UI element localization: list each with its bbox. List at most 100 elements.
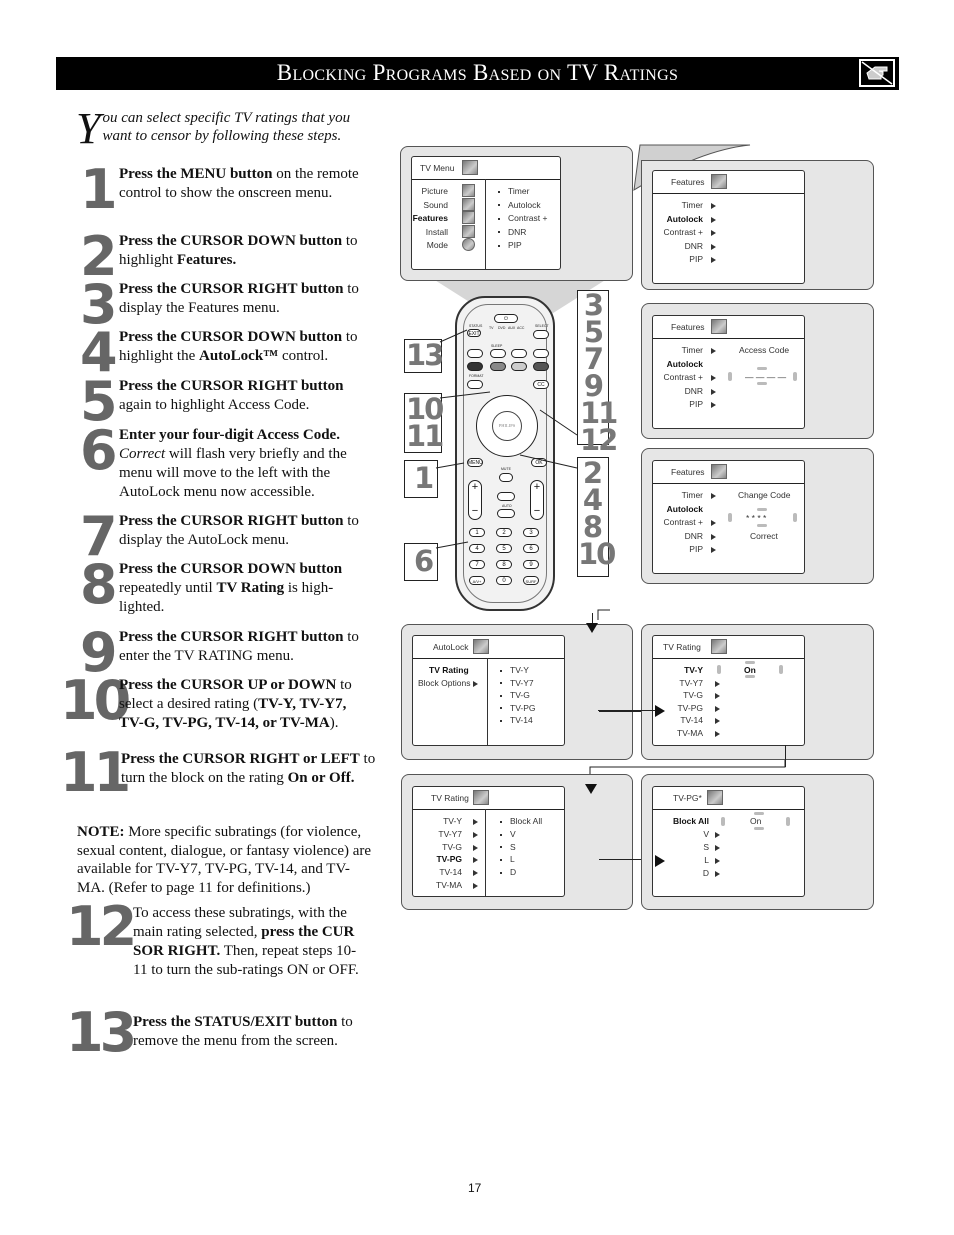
menu-item[interactable]: DNR	[685, 241, 703, 251]
menu-item[interactable]: PIP	[689, 254, 703, 264]
screen-panel-features-change-code: Features Timer Autolock Contrast + DNR PIP C…	[641, 448, 874, 584]
code-field[interactable]: * * * *	[746, 513, 766, 523]
menu-item[interactable]: TV-MA	[677, 728, 703, 738]
left-arrow-icon	[721, 817, 725, 826]
menu-item[interactable]: Features	[413, 213, 448, 223]
triangle-right-icon	[711, 230, 716, 236]
menu-item[interactable]: Contrast +	[664, 372, 703, 382]
submenu-item-label: Autolock	[508, 199, 541, 210]
menu-item[interactable]: Autolock	[667, 504, 703, 514]
step-text: Press the CURSOR DOWN button to highligh…	[119, 232, 374, 270]
submenu-item[interactable]: L	[500, 854, 515, 864]
menu-item[interactable]: PIP	[689, 399, 703, 409]
triangle-right-icon	[711, 533, 716, 540]
menu-item[interactable]: S	[703, 842, 709, 852]
menu-item[interactable]: Contrast +	[664, 517, 703, 527]
block-all-value[interactable]: On	[750, 816, 761, 826]
menu-item[interactable]: TV Rating	[429, 665, 469, 675]
step-text: Press the CURSOR RIGHT button to display…	[119, 280, 374, 318]
features-icon	[462, 211, 475, 224]
menu-item[interactable]: TV-Y	[443, 816, 462, 826]
submenu-item[interactable]: TV-Y7	[500, 678, 534, 688]
left-arrow-icon	[717, 665, 721, 674]
screen-panel-tv-menu: TV Menu Picture Sound Features Install Mode …	[400, 146, 633, 281]
status-text: Correct	[750, 531, 778, 541]
step-bold: Press the CURSOR DOWN button	[119, 561, 343, 577]
down-arrow-icon	[757, 524, 767, 527]
triangle-right-icon	[711, 375, 716, 381]
rating-value[interactable]: On	[744, 665, 756, 675]
menu-item[interactable]: TV-G	[442, 842, 462, 852]
bullet-icon	[500, 820, 502, 823]
submenu-item[interactable]: Block All	[500, 816, 542, 826]
menu-item[interactable]: DNR	[685, 531, 703, 541]
menu-item[interactable]: L	[704, 855, 709, 865]
step-bold: Press the CURSOR UP or DOWN	[119, 677, 337, 693]
intro-paragraph: You can select specific TV ratings that …	[76, 107, 376, 151]
menu-item[interactable]: TV-Y7	[679, 678, 703, 688]
submenu-item[interactable]: TV-PG	[500, 703, 536, 713]
submenu-item[interactable]: TV-14	[500, 715, 533, 725]
submenu-item-label: V	[510, 828, 516, 839]
screen-panel-tv-pg: TV-PG* Block All V S L D On	[641, 774, 874, 910]
menu-item[interactable]: V	[703, 829, 709, 839]
menu-item[interactable]: Autolock	[667, 214, 703, 224]
submenu-item[interactable]: TV-Y	[500, 665, 529, 675]
bullet-icon	[500, 871, 502, 874]
submenu-item[interactable]: PIP	[498, 240, 522, 250]
bullet-icon	[500, 694, 502, 697]
menu-item[interactable]: Picture	[422, 186, 448, 196]
submenu-item[interactable]: V	[500, 829, 516, 839]
submenu-item[interactable]: DNR	[498, 227, 526, 237]
triangle-right-icon	[715, 858, 720, 864]
menu-item[interactable]: Timer	[682, 490, 703, 500]
mode-icon	[462, 238, 475, 251]
menu-item[interactable]: Block All	[673, 816, 709, 826]
menu-item[interactable]: Mode	[427, 240, 448, 250]
submenu-item[interactable]: D	[500, 867, 516, 877]
step-bold: On or Off.	[287, 770, 355, 786]
menu-item[interactable]: DNR	[685, 386, 703, 396]
triangle-right-icon	[715, 718, 720, 724]
menu-item[interactable]: Timer	[682, 345, 703, 355]
menu-item[interactable]: TV-14	[439, 867, 462, 877]
triangle-right-icon	[711, 216, 716, 223]
menu-item[interactable]: TV-Y7	[438, 829, 462, 839]
menu-item[interactable]: TV-MA	[436, 880, 462, 890]
menu-item[interactable]: D	[703, 868, 709, 878]
submenu-item[interactable]: Timer	[498, 186, 529, 196]
screen-panel-features-1: Features Timer Autolock Contrast + DNR PIP	[641, 160, 874, 290]
submenu-item[interactable]: S	[500, 842, 516, 852]
menu-item[interactable]: Autolock	[667, 359, 703, 369]
section-title: Blocking Programs Based on TV Ratings	[276, 60, 679, 85]
submenu-item[interactable]: TV-G	[500, 690, 530, 700]
osd-title: TV-PG*	[673, 793, 702, 803]
menu-item[interactable]: Timer	[682, 200, 703, 210]
submenu-item[interactable]: Autolock	[498, 200, 541, 210]
submenu-item[interactable]: Contrast +	[498, 213, 547, 223]
menu-item[interactable]: Contrast +	[664, 227, 703, 237]
step-text: Press the CURSOR RIGHT or LEFT to turn t…	[121, 750, 376, 788]
tv-rating-icon	[473, 790, 489, 805]
osd-title: TV Rating	[663, 642, 701, 652]
step-number: 6	[80, 419, 118, 482]
submenu-item-label: DNR	[508, 226, 527, 237]
triangle-right-icon	[715, 693, 720, 699]
triangle-right-icon	[473, 857, 478, 864]
menu-item[interactable]: Install	[426, 227, 448, 237]
access-code-field[interactable]: — — — —	[745, 372, 786, 382]
up-arrow-icon	[757, 508, 767, 511]
menu-item[interactable]: Block Options	[418, 678, 470, 688]
features-icon	[711, 174, 727, 189]
menu-item[interactable]: TV-Y	[684, 665, 703, 675]
menu-item[interactable]: TV-G	[683, 690, 703, 700]
menu-item[interactable]: TV-PG	[436, 854, 462, 864]
triangle-right-icon	[715, 705, 720, 712]
menu-item[interactable]: TV-14	[680, 715, 703, 725]
osd-title: Features	[671, 177, 705, 187]
menu-item[interactable]: Sound	[423, 200, 448, 210]
menu-item[interactable]: TV-PG	[677, 703, 703, 713]
osd-title: AutoLock	[433, 642, 469, 652]
step-text: Press the MENU button on the remote cont…	[119, 165, 374, 203]
menu-item[interactable]: PIP	[689, 544, 703, 554]
